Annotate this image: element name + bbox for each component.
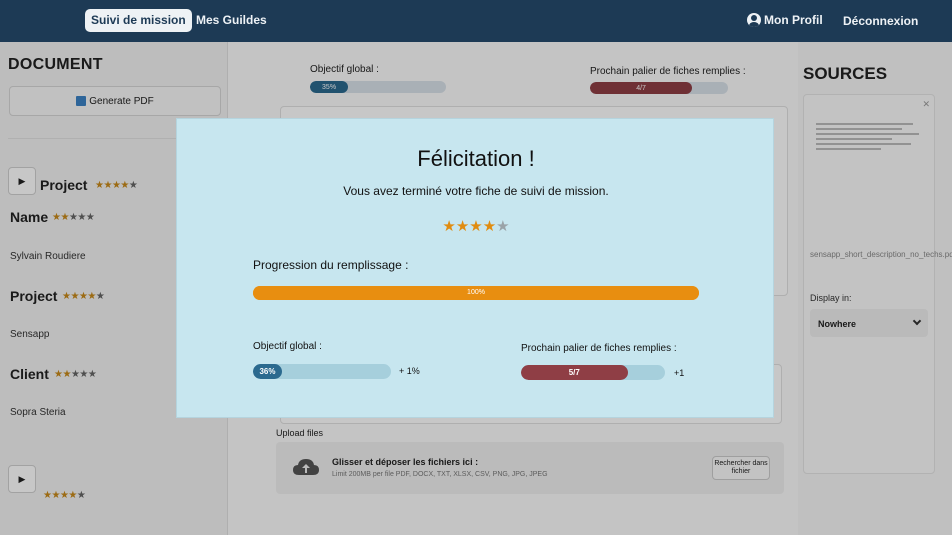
modal-subtitle: Vous avez terminé votre fiche de suivi d…	[343, 184, 609, 198]
star-filled-icon: ★	[442, 218, 456, 235]
palier-progress-fill: 5/7	[521, 365, 628, 380]
fill-progress-fill: 100%	[253, 286, 699, 300]
palier-label: Prochain palier de fiches remplies :	[521, 343, 677, 354]
modal-rating-stars: ★★★★★	[177, 217, 775, 235]
palier-progress-bar: 5/7	[521, 365, 665, 380]
modal-title: Félicitation !	[417, 146, 535, 171]
user-icon	[747, 13, 761, 27]
logout-link[interactable]: Déconnexion	[843, 14, 918, 28]
palier-delta: +1	[674, 368, 685, 378]
star-filled-icon: ★	[482, 218, 497, 235]
profile-label: Mon Profil	[764, 13, 823, 27]
star-filled-icon: ★	[455, 218, 470, 235]
star-filled-icon: ★	[469, 218, 483, 235]
palier-value: 5/7	[568, 368, 580, 377]
profile-link[interactable]: Mon Profil	[747, 13, 823, 27]
tab-mes-guildes[interactable]: Mes Guildes	[190, 9, 273, 32]
tab-suivi-de-mission[interactable]: Suivi de mission	[85, 9, 192, 32]
objectif-label: Objectif global :	[253, 341, 322, 352]
objectif-value: 36%	[259, 367, 276, 376]
fill-progress-bar: 100%	[253, 286, 699, 300]
congratulations-modal: Félicitation ! Vous avez terminé votre f…	[176, 118, 774, 418]
star-empty-icon: ★	[496, 218, 510, 235]
fill-progress-value: 100%	[467, 289, 485, 296]
objectif-delta: + 1%	[399, 366, 420, 376]
progress-label: Progression du remplissage :	[253, 258, 409, 272]
objectif-progress-bar: 36%	[253, 364, 391, 379]
objectif-progress-fill: 36%	[253, 364, 282, 379]
top-navbar: Suivi de mission Mes Guildes Mon Profil …	[0, 0, 952, 42]
